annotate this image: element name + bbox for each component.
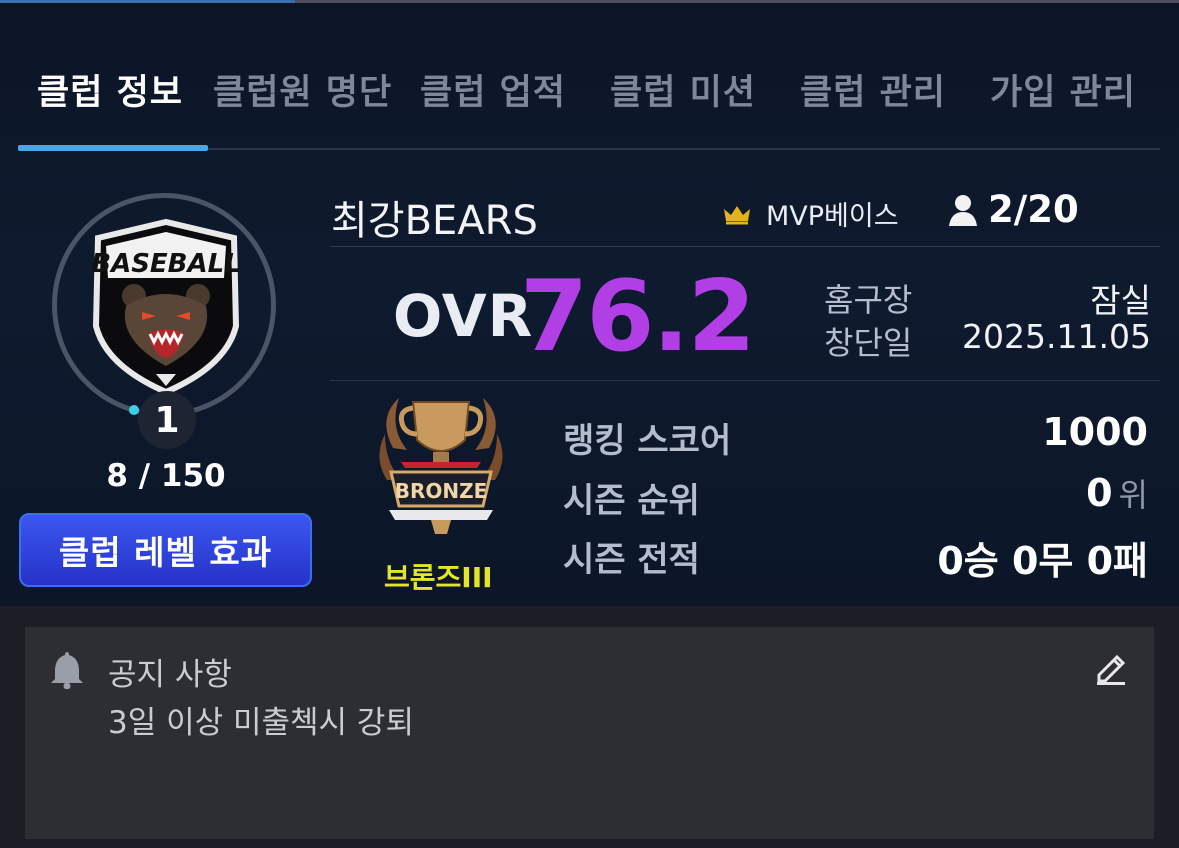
club-grade-label: MVP베이스 (766, 201, 899, 232)
crown-icon (724, 205, 750, 224)
section-divider (330, 380, 1160, 381)
season-rank-unit: 위 (1118, 476, 1148, 514)
season-rank-label: 시즌 순위 (563, 481, 700, 521)
home-stadium-label: 홈구장 (824, 281, 913, 319)
tab-join-management[interactable]: 가입 관리 (990, 64, 1136, 115)
ranking-score-label: 랭킹 스코어 (563, 421, 732, 461)
home-stadium-value: 잠실 (1090, 281, 1151, 320)
pencil-icon[interactable] (1093, 649, 1129, 685)
club-name: 최강BEARS (331, 198, 538, 244)
tab-member-list[interactable]: 클럽원 명단 (213, 64, 392, 115)
tab-divider (208, 148, 1160, 150)
notice-panel: 공지 사항 3일 이상 미출첵시 강퇴 (25, 627, 1154, 839)
founded-date-value: 2025.11.05 (962, 317, 1151, 356)
trophy-banner-text: BRONZE (395, 479, 488, 503)
ranking-score-value: 1000 (1042, 410, 1148, 454)
top-edge-accent (0, 0, 295, 3)
ovr-value: 76.2 (520, 260, 756, 374)
bell-icon (51, 652, 83, 689)
club-level-badge: 1 (138, 391, 196, 449)
person-icon (949, 194, 977, 226)
club-grade: MVP베이스 (722, 194, 899, 233)
member-count: 2/20 (946, 188, 1079, 231)
tab-club-info[interactable]: 클럽 정보 (37, 64, 183, 115)
notice-body: 3일 이상 미출첵시 강퇴 (108, 705, 414, 741)
rank-tier-label: 브론즈III (384, 561, 493, 594)
ovr-label: OVR (393, 282, 534, 350)
founded-date-label: 창단일 (824, 324, 913, 362)
tab-club-management[interactable]: 클럽 관리 (800, 64, 946, 115)
active-tab-indicator (18, 145, 208, 151)
tab-missions[interactable]: 클럽 미션 (610, 64, 756, 115)
club-exp-text: 8 / 150 (106, 458, 226, 494)
header-divider (330, 246, 1160, 247)
season-record-label: 시즌 전적 (563, 540, 700, 580)
season-rank-value: 0 (1086, 471, 1113, 515)
season-record-value: 0승 0무 0패 (937, 539, 1148, 583)
season-rank: 0위 (1086, 470, 1148, 516)
notice-title: 공지 사항 (108, 657, 232, 693)
bronze-trophy-icon: BRONZE (379, 398, 503, 534)
level-progress-indicator (129, 405, 139, 415)
club-level-effect-button[interactable]: 클럽 레벨 효과 (19, 513, 312, 587)
emblem-banner-text: BASEBALL (91, 249, 241, 279)
club-emblem-icon: BASEBALL (91, 218, 241, 396)
tab-bar: 클럽 정보 클럽원 명단 클럽 업적 클럽 미션 클럽 관리 가입 관리 (0, 64, 1179, 124)
tab-achievements[interactable]: 클럽 업적 (420, 64, 566, 115)
member-count-value: 2/20 (988, 188, 1079, 231)
